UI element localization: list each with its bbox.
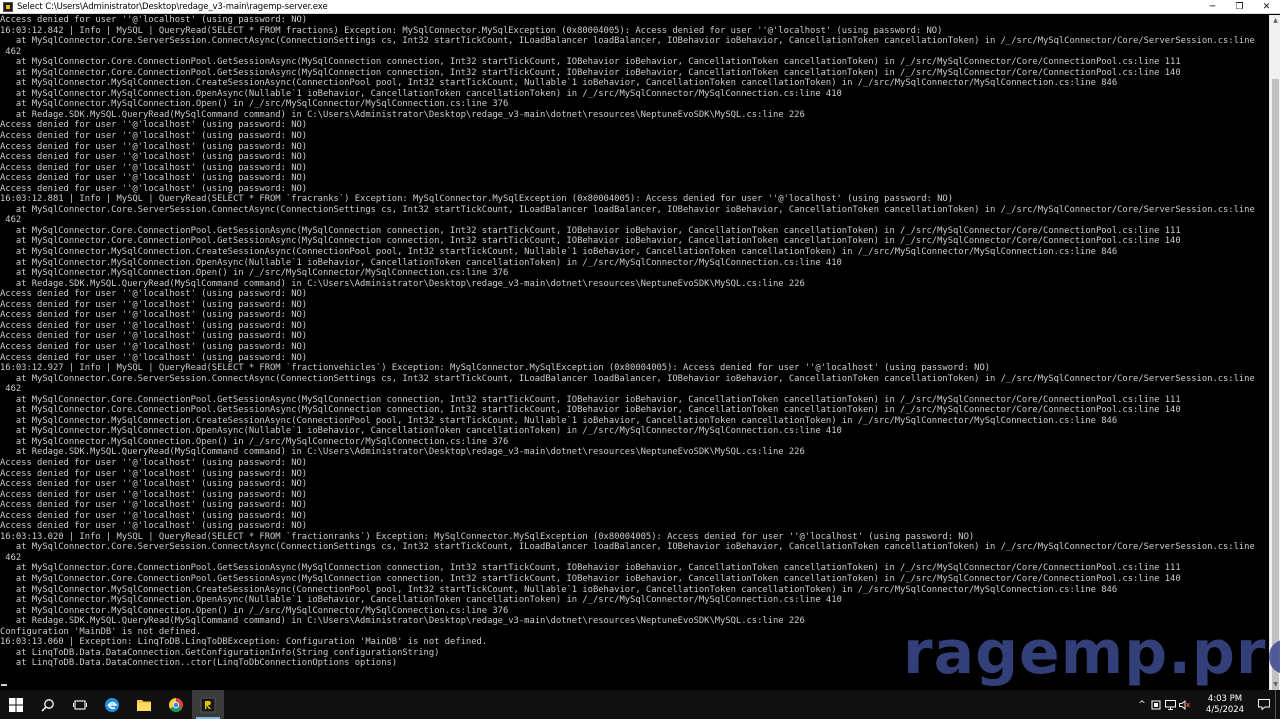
minimize-button[interactable]: ─	[1199, 0, 1226, 14]
notification-icon	[1258, 699, 1270, 710]
console-line: 462	[0, 552, 22, 563]
console-line: at MySqlConnector.MySqlConnection.OpenAs…	[0, 595, 842, 606]
console-line: Access denied for user ''@'localhost' (u…	[0, 173, 308, 184]
console-line: Access denied for user ''@'localhost' (u…	[0, 500, 308, 511]
file-explorer-button[interactable]	[128, 690, 160, 719]
search-button[interactable]	[32, 690, 64, 719]
task-view-icon	[73, 699, 87, 710]
console-line: Access denied for user ''@'localhost' (u…	[0, 299, 308, 310]
console-line: at MySqlConnector.Core.ConnectionPool.Ge…	[0, 573, 1181, 584]
console-line: Access denied for user ''@'localhost' (u…	[0, 120, 308, 131]
console-line: at MySqlConnector.Core.ServerSession.Con…	[0, 36, 1255, 47]
start-button[interactable]	[0, 690, 32, 719]
scroll-up-arrow-icon[interactable]: ▲	[1270, 15, 1280, 26]
notifications-button[interactable]	[1253, 690, 1275, 719]
console-line: Access denied for user ''@'localhost' (u…	[0, 310, 308, 321]
watermark: ragemp.pro	[903, 618, 1280, 688]
console-line: at MySqlConnector.MySqlConnection.OpenAs…	[0, 88, 842, 99]
console-line: 16:03:13.020 | Info | MySQL | QueryRead(…	[0, 531, 975, 542]
ragemp-server-button[interactable]	[192, 690, 224, 719]
window-controls: ─ ❐ ✕	[1199, 0, 1280, 14]
console-line: 462	[0, 215, 22, 226]
console-line: 462	[0, 384, 22, 395]
console-line: 462	[0, 46, 22, 57]
console-line: Access denied for user ''@'localhost' (u…	[0, 289, 308, 300]
console-line: at MySqlConnector.MySqlConnection.Create…	[0, 247, 1118, 258]
console-line: at MySqlConnector.Core.ConnectionPool.Ge…	[0, 563, 1181, 574]
console-line: Access denied for user ''@'localhost' (u…	[0, 457, 308, 468]
close-button[interactable]: ✕	[1253, 0, 1280, 14]
taskbar-clock[interactable]: 4:03 PM 4/5/2024	[1197, 694, 1253, 716]
console-line: at MySqlConnector.Core.ConnectionPool.Ge…	[0, 405, 1181, 416]
console-line: Access denied for user ''@'localhost' (u…	[0, 510, 308, 521]
console-line: at MySqlConnector.MySqlConnection.Open()…	[0, 268, 509, 279]
console-line: 16:03:12.927 | Info | MySQL | QueryRead(…	[0, 363, 991, 374]
console-line: at Redage.SDK.MySQL.QueryRead(MySqlComma…	[0, 278, 805, 289]
clock-time: 4:03 PM	[1207, 693, 1243, 704]
console-line: Access denied for user ''@'localhost' (u…	[0, 183, 308, 194]
window-titlebar[interactable]: Select C:\Users\Administrator\Desktop\re…	[0, 0, 1280, 14]
console-line: at MySqlConnector.Core.ConnectionPool.Ge…	[0, 57, 1181, 68]
console-app-icon	[3, 1, 13, 12]
console-line: at Redage.SDK.MySQL.QueryRead(MySqlComma…	[0, 447, 805, 458]
console-line: Access denied for user ''@'localhost' (u…	[0, 320, 308, 331]
console-line: Access denied for user ''@'localhost' (u…	[0, 331, 308, 342]
edge-button[interactable]	[96, 690, 128, 719]
windows-logo-icon	[9, 697, 23, 712]
console-line: at MySqlConnector.MySqlConnection.Open()…	[0, 99, 509, 110]
taskbar: ^ 4:03 PM 4/5/2024	[0, 690, 1280, 719]
console-line: Access denied for user ''@'localhost' (u…	[0, 141, 308, 152]
maximize-button[interactable]: ❐	[1226, 0, 1253, 14]
system-tray: ^ 4:03 PM 4/5/2024	[1135, 690, 1280, 719]
console-line: Access denied for user ''@'localhost' (u…	[0, 521, 308, 532]
network-icon[interactable]	[1163, 690, 1177, 719]
clock-date: 4/5/2024	[1205, 704, 1245, 715]
console-cursor	[1, 684, 7, 686]
folder-icon	[137, 699, 151, 711]
edge-icon	[105, 697, 119, 712]
console-line: at Redage.SDK.MySQL.QueryRead(MySqlComma…	[0, 109, 805, 120]
console-line: Access denied for user ''@'localhost' (u…	[0, 131, 308, 142]
console-line: at MySqlConnector.MySqlConnection.Create…	[0, 584, 1118, 595]
console-line: at MySqlConnector.MySqlConnection.Create…	[0, 78, 1118, 89]
console-line: Access denied for user ''@'localhost' (u…	[0, 341, 308, 352]
console-line: at MySqlConnector.MySqlConnection.Open()…	[0, 436, 509, 447]
console-line: at MySqlConnector.Core.ServerSession.Con…	[0, 373, 1255, 384]
console-line: Access denied for user ''@'localhost' (u…	[0, 489, 308, 500]
console-line: Access denied for user ''@'localhost' (u…	[0, 479, 308, 490]
console-line: at MySqlConnector.MySqlConnection.Open()…	[0, 605, 509, 616]
console-line: Access denied for user ''@'localhost' (u…	[0, 352, 308, 363]
vertical-scrollbar[interactable]: ▲ ▼	[1269, 15, 1280, 693]
scrollbar-thumb[interactable]	[1272, 79, 1279, 693]
task-view-button[interactable]	[64, 690, 96, 719]
console-line: at MySqlConnector.Core.ServerSession.Con…	[0, 204, 1255, 215]
console-line: at MySqlConnector.Core.ConnectionPool.Ge…	[0, 394, 1181, 405]
console-line: Access denied for user ''@'localhost' (u…	[0, 152, 308, 163]
tray-overflow-chevron-icon[interactable]: ^	[1135, 690, 1149, 719]
console-line: at MySqlConnector.Core.ConnectionPool.Ge…	[0, 67, 1181, 78]
window-title: Select C:\Users\Administrator\Desktop\re…	[17, 1, 328, 12]
search-icon	[41, 698, 54, 712]
chrome-button[interactable]	[160, 690, 192, 719]
console-output[interactable]: Access denied for user ''@'localhost' (u…	[0, 15, 1269, 690]
console-line: at MySqlConnector.Core.ConnectionPool.Ge…	[0, 236, 1181, 247]
console-line: Access denied for user ''@'localhost' (u…	[0, 15, 308, 25]
console-line: 16:03:12.881 | Info | MySQL | QueryRead(…	[0, 194, 953, 205]
ragemp-icon	[200, 697, 216, 712]
console-line: Access denied for user ''@'localhost' (u…	[0, 468, 308, 479]
console-line: at MySqlConnector.MySqlConnection.OpenAs…	[0, 257, 842, 268]
console-line: Access denied for user ''@'localhost' (u…	[0, 162, 308, 173]
console-line: at MySqlConnector.Core.ConnectionPool.Ge…	[0, 225, 1181, 236]
tray-app-icon[interactable]	[1149, 690, 1163, 719]
show-desktop-button[interactable]	[1275, 690, 1280, 719]
console-line: at MySqlConnector.MySqlConnection.OpenAs…	[0, 426, 842, 437]
chrome-icon	[169, 697, 183, 712]
console-line: at MySqlConnector.Core.ServerSession.Con…	[0, 542, 1255, 553]
volume-muted-icon[interactable]	[1177, 690, 1191, 719]
console-line: 16:03:12.842 | Info | MySQL | QueryRead(…	[0, 25, 943, 36]
console-line: at MySqlConnector.MySqlConnection.Create…	[0, 415, 1118, 426]
